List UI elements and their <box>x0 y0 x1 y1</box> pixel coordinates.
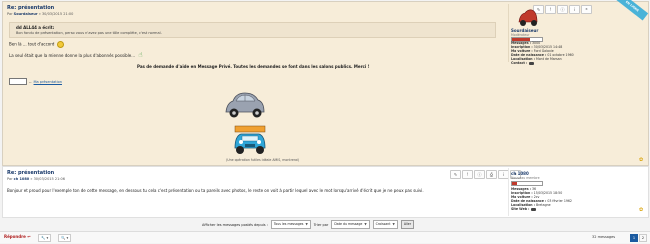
profile-stats: Messages : 36 Inscription : 15/03/2015 1… <box>511 187 572 211</box>
presentation-link[interactable]: Ma présentation <box>34 80 62 84</box>
chevron-down-icon: ▼ <box>305 222 308 226</box>
report-button[interactable]: ! <box>462 170 473 179</box>
go-button[interactable]: Aller <box>400 220 415 229</box>
signature-row: -- Ma présentation <box>9 78 62 85</box>
post-author-line: Par Sourdaiseur » 30/03/2015 21:00 <box>7 12 73 16</box>
reply-button[interactable]: Répondre ↩ <box>4 234 31 239</box>
post-author-line: Par ch 1080 » 30/03/2015 21:06 <box>7 177 65 181</box>
post-line-2: La seul était que la mienne donne la plu… <box>9 51 143 59</box>
quote-block: dd ALL44 a écrit: Bon fondu de présentat… <box>9 22 496 38</box>
warn-button[interactable]: ⓘ <box>474 170 485 179</box>
since-select[interactable]: Tous les messages ▼ <box>270 220 311 229</box>
post-body: Bonjour et proud pour l'exemple ton de c… <box>7 188 424 193</box>
grey-car-image <box>225 92 265 118</box>
blue-car-image <box>234 125 266 154</box>
post-date: » 30/03/2015 21:06 <box>30 177 65 181</box>
post-title[interactable]: Re: présentation <box>7 170 54 176</box>
search-button[interactable]: 🔍 ▾ <box>58 234 72 242</box>
quote-text: Bon fondu de présentation, perso vous n'… <box>16 31 162 35</box>
post-line-1-text: Ben là ... tout d'accord <box>9 41 55 47</box>
tools-button[interactable]: 🔧 ▾ <box>38 234 52 242</box>
author-profile: ch 1080 Nouveau membre Messages : 36 Ins… <box>508 168 644 216</box>
order-select[interactable]: Croissant ▼ <box>372 220 398 229</box>
gear-icon[interactable]: ✿ <box>639 157 643 163</box>
message-filter: Afficher les messages postés depuis : To… <box>202 220 415 229</box>
signature-notice: Pas de demande d'aide en Message Privé. … <box>137 64 370 69</box>
post-title[interactable]: Re: présentation <box>7 5 54 11</box>
sort-select[interactable]: Date du message ▼ <box>331 220 370 229</box>
rank-bar <box>511 181 543 186</box>
website-icon[interactable] <box>531 207 537 211</box>
page-2[interactable]: 2 <box>639 234 647 242</box>
post-1: Re: présentation Par Sourdaiseur » 30/03… <box>2 0 649 166</box>
author-link[interactable]: ch 1080 <box>14 177 30 181</box>
rank-bar-fill <box>512 182 517 185</box>
post-line-1: Ben là ... tout d'accord <box>9 41 64 48</box>
print-button[interactable]: ⎙ <box>486 170 497 179</box>
author-profile: Sourdaiseur Modérateur Messages : 3000 I… <box>508 4 644 65</box>
contact-icon[interactable] <box>529 61 535 65</box>
profile-stats: Messages : 3000 Inscription : 30/03/2015… <box>511 41 574 65</box>
edit-button[interactable]: ✎ <box>450 170 461 179</box>
thumbs-up-icon: ☝ <box>138 51 143 59</box>
smiley-icon <box>56 41 64 48</box>
author-prefix: Par <box>7 177 13 181</box>
stat-website: Site Web : <box>511 207 572 211</box>
avatar[interactable] <box>517 8 539 26</box>
page-1[interactable]: 1 <box>630 234 638 242</box>
chevron-down-icon: ▼ <box>364 222 367 226</box>
sort-label: Trier par <box>313 222 329 227</box>
post-date: » 30/03/2015 21:00 <box>38 12 74 16</box>
signature-image <box>9 78 27 85</box>
profile-rank: Nouveau membre <box>511 176 540 180</box>
chevron-down-icon: ▼ <box>392 222 395 226</box>
quote-header: dd ALL44 a écrit: <box>16 25 55 30</box>
filter-label: Afficher les messages postés depuis : <box>202 222 268 227</box>
stat-contact: Contact : <box>511 61 574 65</box>
bottom-bar: Répondre ↩ 🔧 ▾ 🔍 ▾ 32 messages 1 2 <box>0 231 650 243</box>
author-prefix: Par <box>7 12 13 16</box>
image-caption: (Une opération futiles idéale AMIS, mont… <box>226 158 300 162</box>
post-line-2-text: La seul était que la mienne donne la plu… <box>9 53 136 58</box>
message-count: 32 messages <box>592 235 616 239</box>
author-link[interactable]: Sourdaiseur <box>14 12 38 16</box>
post-2: Re: présentation Par ch 1080 » 30/03/201… <box>2 166 649 218</box>
